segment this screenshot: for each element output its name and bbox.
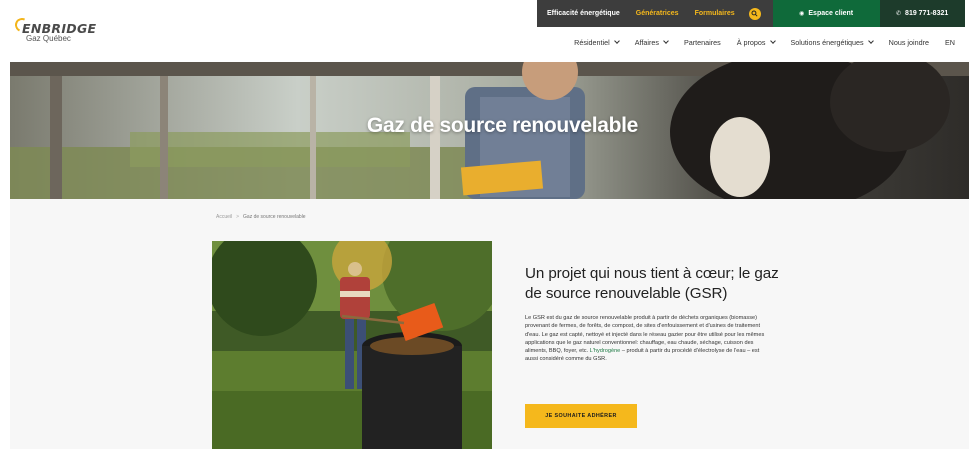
link-formulaires[interactable]: Formulaires <box>695 10 735 17</box>
nav-residentiel-label: Résidentiel <box>574 38 610 47</box>
user-icon: ◉ <box>799 11 805 17</box>
nav-solutions-label: Solutions énergétiques <box>790 38 864 47</box>
logo-subtitle: Gaz Québec <box>26 34 71 43</box>
nav-solutions-energetiques[interactable]: Solutions énergétiques <box>790 38 874 47</box>
language-label: EN <box>945 38 955 47</box>
chevron-down-icon <box>867 38 874 44</box>
chevron-down-icon <box>663 38 669 44</box>
section-heading: Un projet qui nous tient à cœur; le gaz … <box>525 265 779 302</box>
nav-affaires-label: Affaires <box>634 38 659 47</box>
hydrogene-link[interactable]: L'hydrogène <box>590 348 621 354</box>
phone-link[interactable]: ✆ 819 771-8321 <box>879 0 965 27</box>
nav-nous-joindre[interactable]: Nous joindre <box>889 38 929 47</box>
nav-affaires[interactable]: Affaires <box>634 38 669 47</box>
breadcrumb: Accueil > Gaz de source renouvelable <box>216 214 306 220</box>
section-body: Le GSR est du gaz de source renouvelable… <box>525 314 765 364</box>
hero-title: Gaz de source renouvelable <box>366 114 639 137</box>
search-button[interactable] <box>748 7 761 20</box>
logo[interactable]: ENBRIDGE Gaz Québec <box>13 16 108 45</box>
nav-a-propos[interactable]: À propos <box>736 38 776 47</box>
nav-a-propos-label: À propos <box>736 38 766 47</box>
link-efficacite-energetique[interactable]: Efficacité énergétique <box>547 10 620 17</box>
nav-partenaires[interactable]: Partenaires <box>684 38 721 47</box>
breadcrumb-home[interactable]: Accueil <box>216 214 232 220</box>
nav-nous-joindre-label: Nous joindre <box>888 38 929 47</box>
nav-partenaires-label: Partenaires <box>683 38 721 47</box>
gsr-photo <box>212 241 492 449</box>
main-nav: Résidentiel Affaires Partenaires À propo… <box>574 38 955 47</box>
search-icon <box>751 10 758 17</box>
link-generatrices[interactable]: Génératrices <box>636 10 679 17</box>
compost-woman-image <box>212 241 492 449</box>
chevron-down-icon <box>769 38 776 44</box>
phone-icon: ✆ <box>896 11 902 17</box>
language-toggle[interactable]: EN <box>945 38 955 47</box>
breadcrumb-separator: > <box>236 214 240 220</box>
nav-residentiel[interactable]: Résidentiel <box>574 38 620 47</box>
espace-client-label: Espace client <box>808 10 854 17</box>
utility-links: Efficacité énergétique Génératrices Form… <box>537 0 773 27</box>
breadcrumb-current: Gaz de source renouvelable <box>243 214 306 220</box>
espace-client-button[interactable]: ◉ Espace client <box>772 0 880 27</box>
adherer-button[interactable]: JE SOUHAITE ADHÉRER <box>525 404 637 428</box>
phone-number: 819 771-8321 <box>905 10 949 17</box>
top-utility-bar: Efficacité énergétique Génératrices Form… <box>537 0 965 27</box>
chevron-down-icon <box>613 38 620 44</box>
hero-banner: Gaz de source renouvelable <box>10 62 969 199</box>
